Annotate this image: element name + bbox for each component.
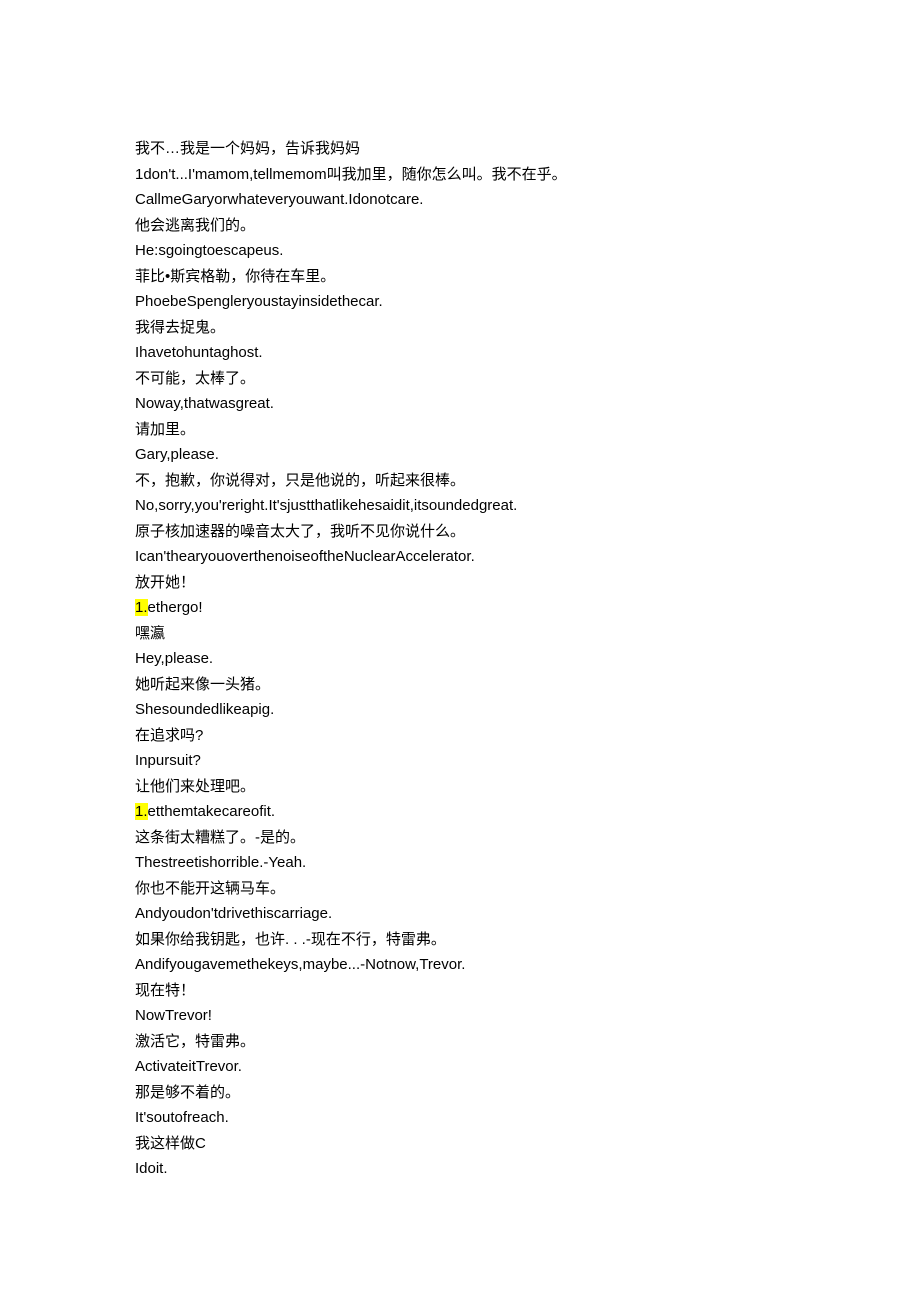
text-line: 他会逃离我们的。 bbox=[135, 213, 785, 239]
text-line: Gary,please. bbox=[135, 442, 785, 468]
text-line: Noway,thatwasgreat. bbox=[135, 391, 785, 417]
text-span: ethergo! bbox=[148, 599, 203, 616]
text-line: 那是够不着的。 bbox=[135, 1080, 785, 1106]
text-line: 我得去捉鬼。 bbox=[135, 315, 785, 341]
text-line: 1.etthemtakecareofit. bbox=[135, 799, 785, 825]
text-line: It'soutofreach. bbox=[135, 1105, 785, 1131]
text-line: 嘿瀛 bbox=[135, 621, 785, 647]
text-line: Hey,please. bbox=[135, 646, 785, 672]
text-line: Andyoudon'tdrivethiscarriage. bbox=[135, 901, 785, 927]
text-line: 在追求吗? bbox=[135, 723, 785, 749]
text-line: 不，抱歉，你说得对，只是他说的，听起来很棒。 bbox=[135, 468, 785, 494]
highlight: 1. bbox=[135, 599, 148, 616]
text-line: Thestreetishorrible.-Yeah. bbox=[135, 850, 785, 876]
text-line: NowTrevor! bbox=[135, 1003, 785, 1029]
text-line: 1.ethergo! bbox=[135, 595, 785, 621]
text-line: He:sgoingtoescapeus. bbox=[135, 238, 785, 264]
text-line: Shesoundedlikeapig. bbox=[135, 697, 785, 723]
text-line: 1don't...I'mamom,tellmemom叫我加里，随你怎么叫。我不在… bbox=[135, 162, 785, 188]
text-line: No,sorry,you'reright.It'sjustthatlikehes… bbox=[135, 493, 785, 519]
text-span: etthemtakecareofit. bbox=[148, 803, 276, 820]
text-line: 激活它，特雷弗。 bbox=[135, 1029, 785, 1055]
text-line: Ican'thearyouoverthenoiseoftheNuclearAcc… bbox=[135, 544, 785, 570]
text-line: CallmeGaryorwhateveryouwant.Idonotcare. bbox=[135, 187, 785, 213]
text-line: 她听起来像一头猪。 bbox=[135, 672, 785, 698]
text-line: 这条街太糟糕了。-是的。 bbox=[135, 825, 785, 851]
text-line: 菲比•斯宾格勒，你待在车里。 bbox=[135, 264, 785, 290]
text-line: Ihavetohuntaghost. bbox=[135, 340, 785, 366]
text-line: 你也不能开这辆马车。 bbox=[135, 876, 785, 902]
text-line: 让他们来处理吧。 bbox=[135, 774, 785, 800]
text-line: 请加里。 bbox=[135, 417, 785, 443]
text-line: 放开她！ bbox=[135, 570, 785, 596]
text-line: ActivateitTrevor. bbox=[135, 1054, 785, 1080]
highlight: 1. bbox=[135, 803, 148, 820]
text-line: 现在特！ bbox=[135, 978, 785, 1004]
text-line: 不可能，太棒了。 bbox=[135, 366, 785, 392]
text-line: 如果你给我钥匙，也许. . .-现在不行，特雷弗。 bbox=[135, 927, 785, 953]
document-page: 我不…我是一个妈妈，告诉我妈妈1don't...I'mamom,tellmemo… bbox=[0, 0, 920, 1242]
text-line: 我不…我是一个妈妈，告诉我妈妈 bbox=[135, 136, 785, 162]
text-line: 原子核加速器的噪音太大了，我听不见你说什么。 bbox=[135, 519, 785, 545]
text-line: PhoebeSpengleryoustayinsidethecar. bbox=[135, 289, 785, 315]
text-line: 我这样做C bbox=[135, 1131, 785, 1157]
text-line: Andifyougavemethekeys,maybe...-Notnow,Tr… bbox=[135, 952, 785, 978]
text-line: Idoit. bbox=[135, 1156, 785, 1182]
text-line: Inpursuit? bbox=[135, 748, 785, 774]
